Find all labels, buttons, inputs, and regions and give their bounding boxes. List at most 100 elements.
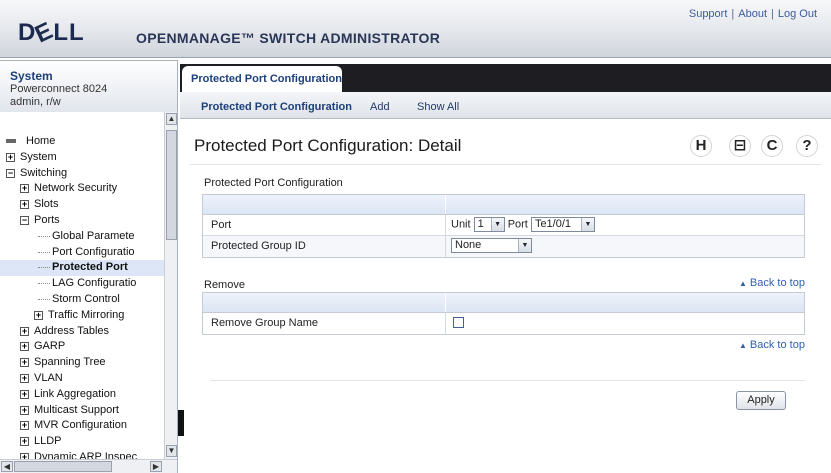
nav-item-label: Slots xyxy=(34,198,59,211)
nav-item-label: Multicast Support xyxy=(34,403,119,416)
panel-splitter[interactable] xyxy=(178,410,184,436)
expand-icon[interactable]: + xyxy=(20,326,29,336)
nav-item-network-security[interactable]: + Network Security xyxy=(0,181,164,197)
nav-item-label: Link Aggregation xyxy=(34,387,116,400)
nav-item-vlan[interactable]: + VLAN xyxy=(0,371,164,387)
remove-group-row: Remove Group Name xyxy=(203,313,804,334)
system-info-panel: System Powerconnect 8024 admin, r/w xyxy=(0,60,178,120)
expand-icon[interactable]: + xyxy=(20,389,29,399)
nav-item-traffic-mirroring[interactable]: + Traffic Mirroring xyxy=(0,308,164,324)
dell-logo: DELL xyxy=(18,16,85,49)
nav-item-label: Address Tables xyxy=(34,324,110,337)
triangle-up-icon: ▲ xyxy=(739,279,747,288)
nav-item-system[interactable]: + System xyxy=(0,150,164,166)
back-to-top-link-bottom[interactable]: ▲ Back to top xyxy=(739,339,805,351)
support-link[interactable]: Support xyxy=(689,8,728,20)
remove-group-checkbox[interactable] xyxy=(453,317,464,328)
scroll-thumb-horizontal[interactable] xyxy=(14,461,112,472)
home-icon xyxy=(6,139,16,143)
expand-icon[interactable]: + xyxy=(20,200,29,210)
apply-button[interactable]: Apply xyxy=(736,391,786,410)
subtab-add[interactable]: Add xyxy=(370,101,390,113)
title-divider xyxy=(190,164,821,165)
nav-item-label: LLDP xyxy=(34,435,62,448)
nav-horizontal-scrollbar[interactable]: ◀ ▶ xyxy=(0,459,177,473)
nav-item-global-paramete[interactable]: Global Paramete xyxy=(0,229,164,245)
nav-vertical-scrollbar[interactable]: ▲ ▼ xyxy=(164,112,177,459)
config-table-header xyxy=(203,195,804,215)
nav-item-port-configuratio[interactable]: Port Configuratio xyxy=(0,245,164,261)
nav-item-label: MVR Configuration xyxy=(34,419,127,432)
sub-navigation: Protected Port Configuration Add Show Al… xyxy=(180,92,831,119)
nav-item-mvr-configuration[interactable]: + MVR Configuration xyxy=(0,418,164,434)
scroll-thumb[interactable] xyxy=(166,130,177,240)
group-id-label: Protected Group ID xyxy=(211,240,306,252)
navigation-tree: Home + System − Switching + Network Security + S… xyxy=(0,112,178,473)
expand-icon[interactable]: + xyxy=(20,421,29,431)
group-id-select[interactable]: None ▼ xyxy=(451,238,532,253)
subtab-show-all[interactable]: Show All xyxy=(417,101,459,113)
tab-bar: Protected Port Configuration Protected P… xyxy=(180,64,831,119)
expand-icon[interactable]: + xyxy=(20,358,29,368)
nav-item-address-tables[interactable]: + Address Tables xyxy=(0,324,164,340)
refresh-icon[interactable]: C xyxy=(761,135,783,157)
scroll-up-icon[interactable]: ▲ xyxy=(166,113,177,125)
nav-item-ports[interactable]: − Ports xyxy=(0,213,164,229)
about-link[interactable]: About xyxy=(738,8,767,20)
subtab-protected-port-configuration[interactable]: Protected Port Configuration xyxy=(201,101,352,113)
expand-icon[interactable]: + xyxy=(6,152,15,162)
expand-icon[interactable]: + xyxy=(20,405,29,415)
section-title-remove: Remove xyxy=(204,279,245,291)
nav-item-slots[interactable]: + Slots xyxy=(0,197,164,213)
nav-item-garp[interactable]: + GARP xyxy=(0,339,164,355)
port-word-label: Port xyxy=(507,218,528,231)
back-to-top-link[interactable]: ▲ Back to top xyxy=(739,277,805,289)
port-selectors: Unit 1 ▼ Port Te1/0/1 ▼ xyxy=(451,217,595,232)
scroll-left-icon[interactable]: ◀ xyxy=(1,461,13,472)
tree-connector xyxy=(38,267,50,269)
expand-icon[interactable]: + xyxy=(20,437,29,447)
expand-icon[interactable]: + xyxy=(20,184,29,194)
app-header: DELL OPENMANAGE™ SWITCH ADMINISTRATOR Su… xyxy=(0,0,831,58)
nav-item-home[interactable]: Home xyxy=(0,134,164,150)
port-select[interactable]: Te1/0/1 ▼ xyxy=(530,217,595,232)
remove-table: Remove Group Name xyxy=(202,292,805,335)
collapse-icon[interactable]: − xyxy=(6,168,15,178)
system-model: Powerconnect 8024 xyxy=(10,83,108,95)
config-table: Port Unit 1 ▼ Port Te1/0/1 ▼ Protected Gro… xyxy=(202,194,805,258)
nav-item-storm-control[interactable]: Storm Control xyxy=(0,292,164,308)
chevron-down-icon: ▼ xyxy=(580,218,594,231)
logout-link[interactable]: Log Out xyxy=(778,8,817,20)
nav-item-label: Protected Port xyxy=(52,261,128,274)
scroll-down-icon[interactable]: ▼ xyxy=(166,445,177,457)
expand-icon[interactable]: + xyxy=(34,310,43,320)
nav-item-link-aggregation[interactable]: + Link Aggregation xyxy=(0,387,164,403)
tree-connector xyxy=(38,251,50,253)
expand-icon[interactable]: + xyxy=(20,342,29,352)
nav-item-label: Port Configuratio xyxy=(52,245,135,258)
top-links: Support | About | Log Out xyxy=(688,8,817,20)
nav-item-label: Home xyxy=(26,135,56,147)
collapse-icon[interactable]: − xyxy=(20,215,29,225)
nav-item-multicast-support[interactable]: + Multicast Support xyxy=(0,403,164,419)
tab-protected-port-configuration[interactable]: Protected Port Configuration xyxy=(182,66,342,92)
save-icon[interactable]: H xyxy=(690,135,712,157)
tree-connector xyxy=(38,298,50,300)
nav-item-label: Switching xyxy=(20,166,68,179)
nav-item-label: VLAN xyxy=(34,371,63,384)
nav-item-lag-configuratio[interactable]: LAG Configuratio xyxy=(0,276,164,292)
help-icon[interactable]: ? xyxy=(796,135,818,157)
system-title: System xyxy=(10,69,53,83)
nav-item-lldp[interactable]: + LLDP xyxy=(0,434,164,450)
nav-item-protected-port[interactable]: Protected Port xyxy=(0,260,164,277)
port-row: Port Unit 1 ▼ Port Te1/0/1 ▼ xyxy=(203,215,804,236)
nav-item-spanning-tree[interactable]: + Spanning Tree xyxy=(0,355,164,371)
tab-strip: Protected Port Configuration xyxy=(180,64,831,92)
expand-icon[interactable]: + xyxy=(20,373,29,383)
print-icon[interactable]: ⊟ xyxy=(729,135,751,157)
nav-item-label: GARP xyxy=(34,340,66,353)
scroll-right-icon[interactable]: ▶ xyxy=(150,461,162,472)
unit-select[interactable]: 1 ▼ xyxy=(473,217,505,232)
product-title: OPENMANAGE™ SWITCH ADMINISTRATOR xyxy=(136,30,441,46)
nav-item-switching[interactable]: − Switching xyxy=(0,166,164,182)
